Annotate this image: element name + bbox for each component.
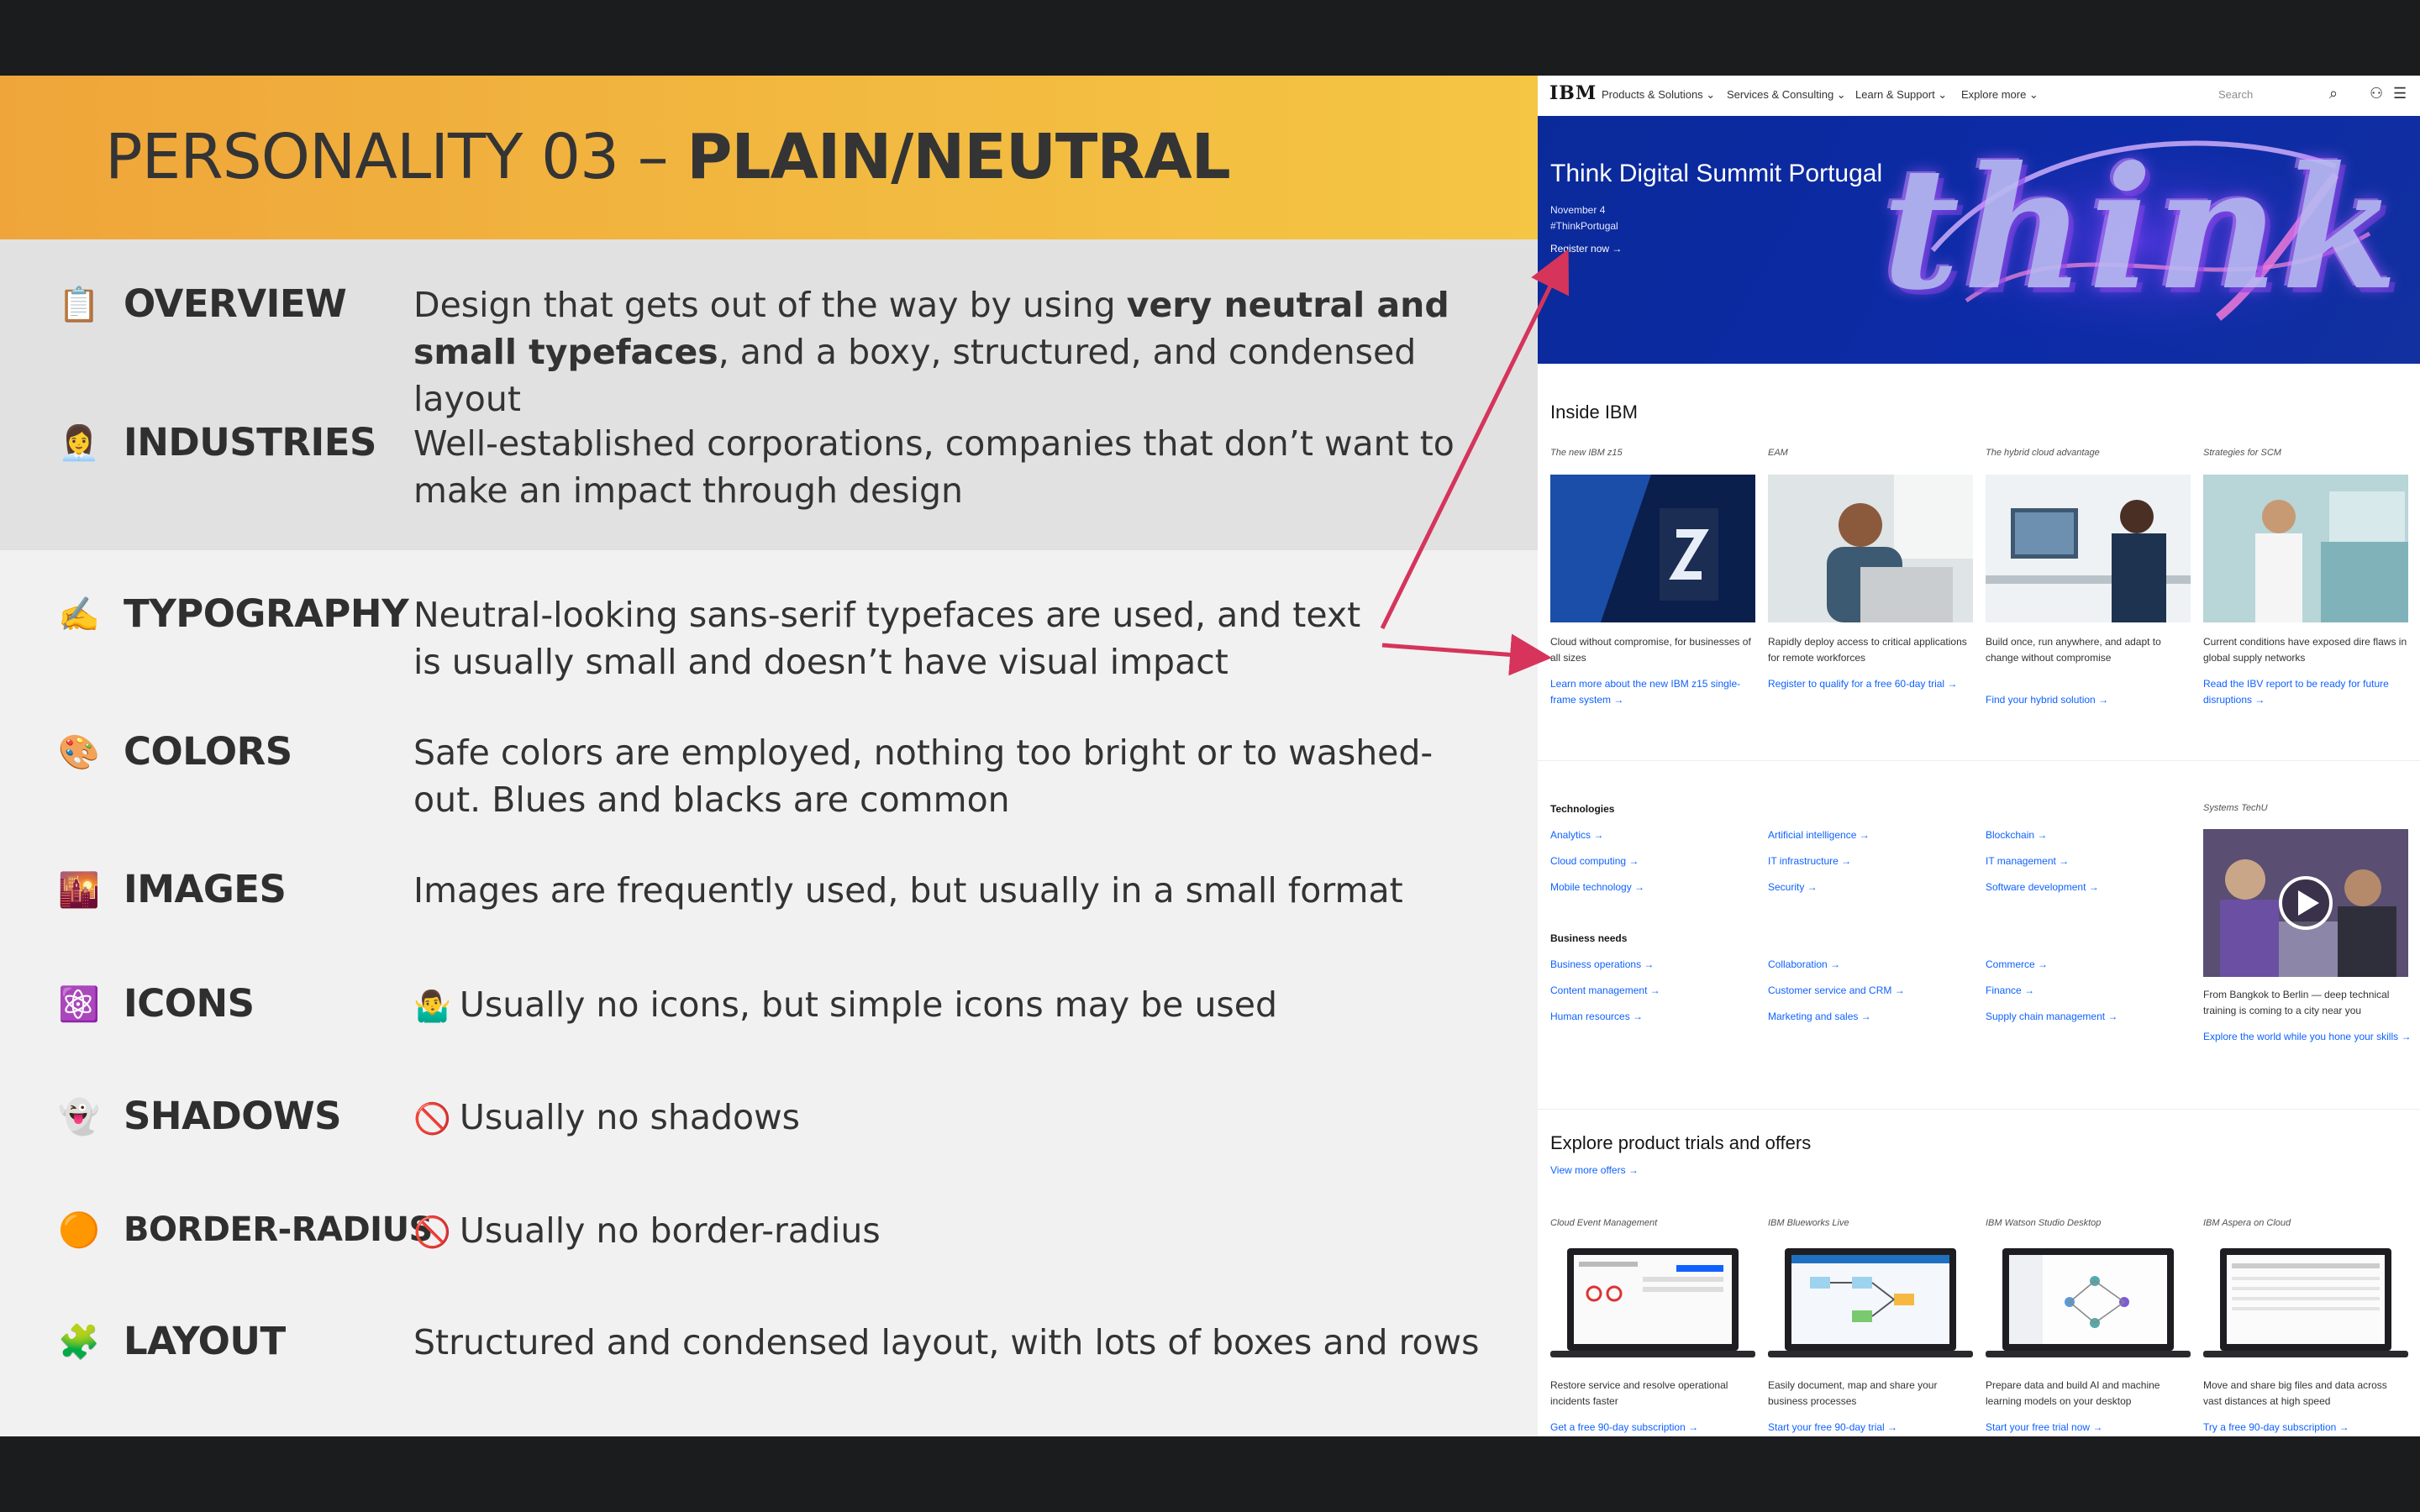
annotation-arrows: [1380, 249, 1570, 676]
udemy-watermark: Udemy: [2330, 1396, 2414, 1424]
arrow-to-hero-text: [1380, 249, 1570, 630]
arrow-to-tile-text: [1381, 633, 1552, 676]
slide: PERSONALITY 03 – PLAIN/NEUTRAL 📋 OVERVIE…: [0, 76, 2420, 1436]
